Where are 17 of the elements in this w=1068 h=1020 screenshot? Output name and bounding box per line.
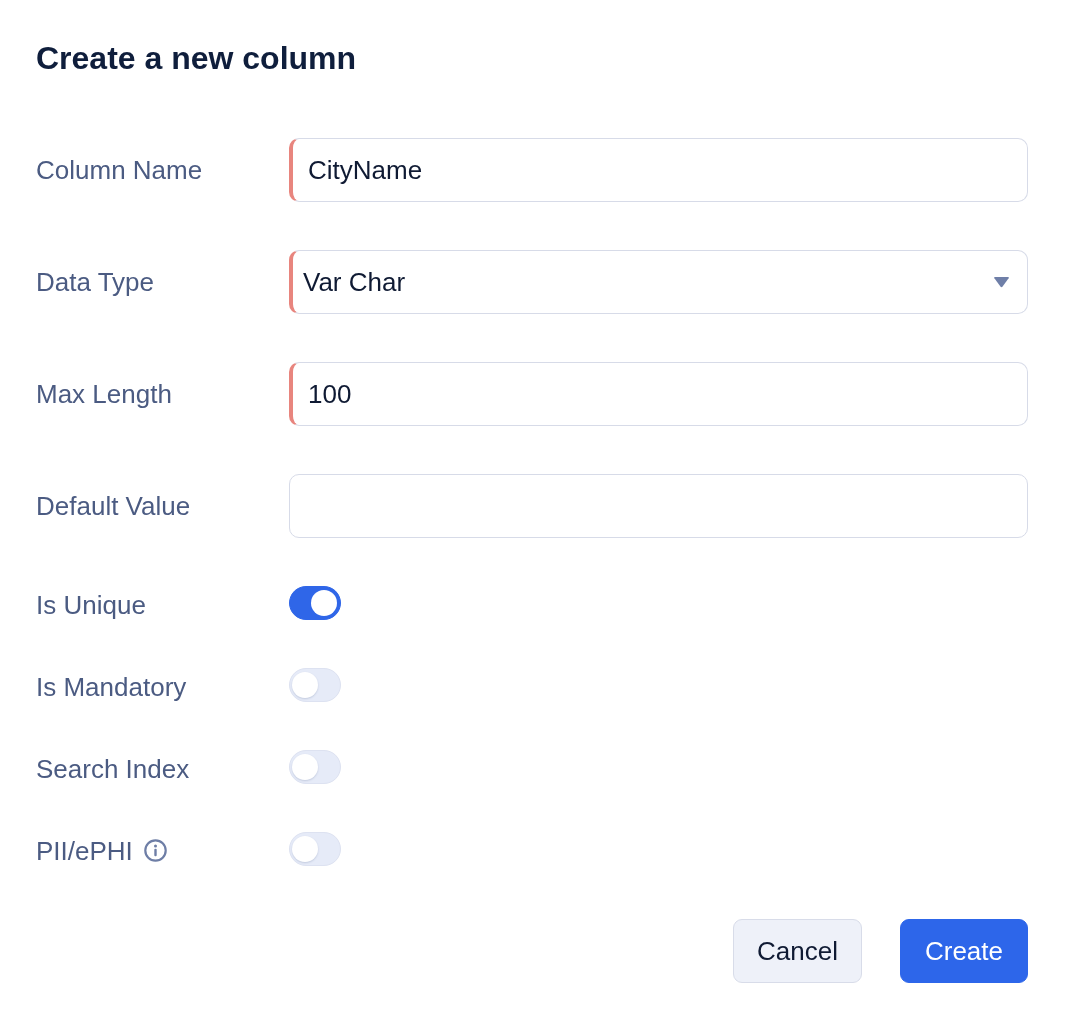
toggle-label: PII/ePHI	[36, 835, 133, 866]
field-label: Max Length	[36, 379, 172, 409]
text-input[interactable]	[289, 474, 1028, 538]
create-button[interactable]: Create	[899, 919, 1028, 983]
field-label: Data Type	[36, 267, 155, 297]
toggle-label: Search Index	[36, 753, 190, 784]
toggle-switch[interactable]	[289, 586, 341, 620]
toggle-label: Is Unique	[36, 589, 146, 620]
toggle-label: Is Mandatory	[36, 671, 187, 702]
dialog-title: Create a new column	[36, 39, 357, 77]
text-input[interactable]: CityName	[289, 138, 1028, 202]
select-field[interactable]: Var Char	[289, 250, 1028, 314]
text-input[interactable]: 100	[289, 362, 1028, 426]
cancel-button[interactable]: Cancel	[733, 919, 862, 983]
caret-down-icon	[993, 276, 1010, 288]
field-label: Default Value	[36, 491, 191, 521]
field-label: Column Name	[36, 155, 203, 185]
